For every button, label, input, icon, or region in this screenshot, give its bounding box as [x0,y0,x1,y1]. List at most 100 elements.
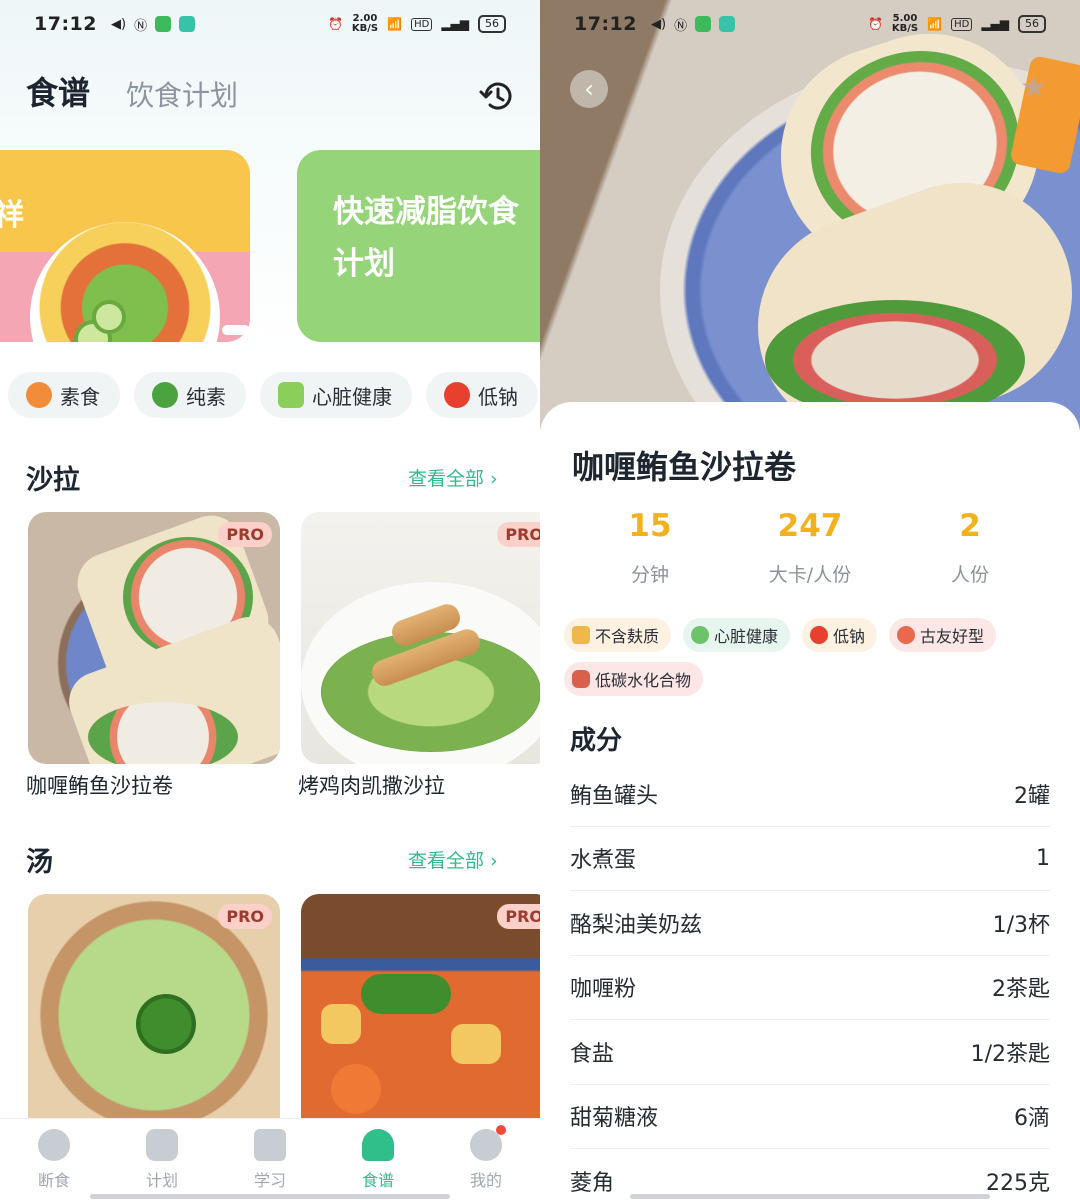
cucumber-slice [92,300,126,334]
carousel-indicator [222,325,266,335]
ingredient-qty: 1/2茶匙 [970,1041,1050,1067]
see-all-salad-link[interactable]: 查看全部 › [408,464,498,491]
ingredients-title: 成分 [570,726,623,756]
tag-gluten-free[interactable]: 不含麸质 [564,618,672,652]
recipe-card-name[interactable]: 咖喱鲔鱼沙拉卷 [26,770,173,800]
broccoli-garnish [136,994,196,1054]
see-all-soup-link[interactable]: 查看全部 › [408,846,498,873]
ingredient-name: 咖喱粉 [570,977,637,1003]
favorite-star-icon[interactable]: ★ [1016,70,1052,106]
recipe-card-name[interactable]: 烤鸡肉凯撒沙拉 [298,770,445,800]
nav-learn[interactable]: 学习 [216,1119,324,1200]
chef-hat-icon [362,1129,394,1161]
history-icon[interactable] [478,76,518,116]
ingredient-row: 咖喱粉 2茶匙 [570,956,1050,1020]
ingredient-row: 鲔鱼罐头 2罐 [570,762,1050,827]
battery-icon: 56 [478,15,506,33]
tag-label: 心脏健康 [714,627,779,646]
chip-vegan[interactable]: 纯素 [134,372,246,418]
network-speed: 2.00 KB/S [351,13,379,34]
signal-icon: ▂▄▆ [981,17,1009,31]
ingredient-row: 菱角 225克 [570,1149,1050,1200]
bowl-icon [691,626,710,644]
nav-recipes[interactable]: 食谱 [324,1119,432,1200]
alarm-icon: ⏰ [327,17,343,31]
chip-low-sodium[interactable]: 低钠 [426,372,538,418]
chip-label: 低钠 [478,384,518,409]
nav-label: 学习 [253,1171,286,1190]
ingredient-name: 鲔鱼罐头 [570,783,659,809]
stat-value: 2 [959,508,981,544]
stopwatch-icon [38,1129,70,1161]
hd-icon: HD [951,17,973,31]
ingredient-qty: 6滴 [1014,1106,1050,1132]
status-time: 17:12 [34,13,97,35]
tab-recipes[interactable]: 食谱 [26,68,91,114]
tomato-icon [810,626,829,644]
recipe-card-tomato-soup[interactable]: PRO [301,894,540,1146]
recipe-card-caesar-salad[interactable]: PRO [301,512,540,764]
stat-calories: 247 大卡/人份 [730,508,890,587]
status-system-icons: ⏰ 2.00 KB/S 📶 HD ▂▄▆ 56 [328,14,506,34]
recipe-stats: 15 分钟 247 大卡/人份 2 人份 [570,508,1050,587]
nav-fasting[interactable]: 断食 [0,1119,108,1200]
top-tabs: 食谱 饮食计划 [26,68,238,114]
chip-heart-healthy[interactable]: 心脏健康 [260,372,412,418]
banner-salad-bowl[interactable]: 祥 [0,150,250,342]
section-title-soup: 汤 [26,847,53,878]
wrap-filling [88,702,238,764]
recipe-hero-image [540,0,1080,430]
tab-diet-plan[interactable]: 饮食计划 [126,74,238,114]
recipes-screen: 17:12 ◀) Ⓝ ⏰ 2.00 KB/S 📶 HD ▂▄▆ 56 食谱 饮食… [0,0,540,1200]
herb-garnish [361,974,451,1014]
banner-fat-loss-plan[interactable]: 快速减脂饮食计划 [297,150,540,342]
status-time: 17:12 [574,13,637,35]
battery-icon: 56 [1018,15,1046,33]
network-speed: 5.00 KB/S [891,13,919,34]
category-chips: 素食 纯素 心脏健康 低钠 [8,372,538,418]
bowl-icon [278,382,304,408]
bread-icon [572,626,590,644]
ingredient-row: 酪梨油美奶兹 1/3杯 [570,891,1050,956]
ingredient-list: 鲔鱼罐头 2罐 水煮蛋 1 酪梨油美奶兹 1/3杯 咖喱粉 2茶匙 食盐 1/2… [570,762,1050,1200]
nav-label: 断食 [37,1171,70,1190]
ingredient-name: 菱角 [570,1171,615,1197]
tag-label: 古友好型 [920,627,985,646]
recipe-detail-sheet: 咖喱鲔鱼沙拉卷 15 分钟 247 大卡/人份 2 人份 不含麸质 心脏健康 低… [540,402,1080,1200]
nav-plan[interactable]: 计划 [108,1119,216,1200]
steak-icon [572,670,590,688]
back-button[interactable]: ‹ [570,70,608,108]
nav-profile[interactable]: 我的 [432,1119,540,1200]
status-bar: 17:12 ◀) Ⓝ ⏰ 2.00 KB/S 📶 HD ▂▄▆ 56 [0,0,540,48]
broccoli-icon [152,382,178,408]
stat-label: 分钟 [630,564,669,586]
shield-app-icon [719,16,736,32]
home-indicator[interactable] [90,1194,450,1199]
nav-label: 食谱 [361,1171,394,1190]
chip-label: 素食 [60,384,100,409]
ingredient-name: 酪梨油美奶兹 [570,912,703,938]
recipe-detail-screen: 17:12 ◀) Ⓝ ⏰ 5.00 KB/S 📶 HD ▂▄▆ 56 ‹ ★ 咖… [540,0,1080,1200]
ingredient-name: 甜菊糖液 [570,1106,659,1132]
stat-value: 247 [777,508,843,544]
carrot-chunk [331,1064,381,1114]
tag-paleo-friendly[interactable]: 古友好型 [889,618,997,652]
tag-heart-healthy[interactable]: 心脏健康 [683,618,791,652]
tomato-icon [444,382,470,408]
tag-low-carb[interactable]: 低碳水化合物 [564,662,704,696]
recipe-card-green-soup[interactable]: PRO [28,894,280,1146]
home-indicator[interactable] [630,1194,990,1199]
shield-app-icon [179,16,196,32]
stat-value: 15 [628,508,672,544]
chip-vegetarian[interactable]: 素食 [8,372,120,418]
nav-label: 计划 [145,1171,178,1190]
ingredient-row: 水煮蛋 1 [570,827,1050,891]
recipe-card-curry-tuna-wrap[interactable]: PRO [28,512,280,764]
app-notification-icon [155,16,172,32]
chip-label: 纯素 [186,384,226,409]
tag-low-sodium[interactable]: 低钠 [802,618,878,652]
nfc-icon: Ⓝ [674,18,688,34]
ingredient-qty: 225克 [986,1171,1050,1197]
ingredient-row: 食盐 1/2茶匙 [570,1020,1050,1085]
volume-icon: ◀) [110,16,127,32]
